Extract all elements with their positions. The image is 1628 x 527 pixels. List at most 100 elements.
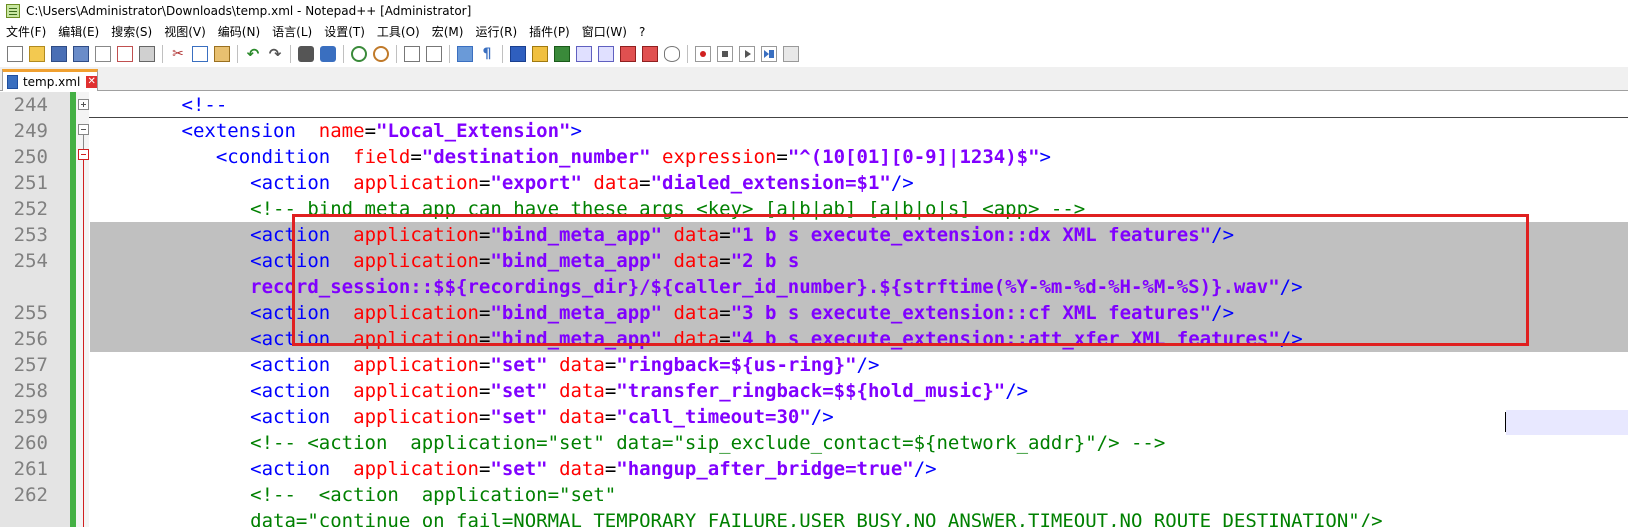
toolbar-separator (687, 45, 688, 63)
monitoring-icon[interactable] (664, 46, 680, 62)
fold-collapse-icon[interactable] (78, 149, 89, 160)
undo-icon[interactable]: ↶ (245, 46, 261, 62)
code-token: = (719, 328, 731, 350)
zoom-in-icon[interactable] (351, 46, 367, 62)
menu-item[interactable]: 编码(N) (212, 23, 266, 40)
word-wrap-icon[interactable] (457, 46, 473, 62)
tab-temp-xml[interactable]: temp.xml ✕ (2, 69, 98, 91)
menu-item[interactable]: 语言(L) (266, 23, 318, 40)
save-all-icon[interactable] (73, 46, 89, 62)
code-token: application (353, 172, 479, 194)
run-macro-multiple-icon[interactable] (761, 46, 777, 62)
redo-icon[interactable]: ↷ (267, 46, 283, 62)
code-token: application (353, 328, 479, 350)
folder-workspace-icon[interactable] (620, 46, 636, 62)
doc-list-icon[interactable] (598, 46, 614, 62)
code-line-selected[interactable]: <action application="bind_meta_app" data… (90, 222, 1628, 248)
line-number: 253 (13, 224, 48, 246)
code-line-selected[interactable]: record_session::$${recordings_dir}/${cal… (90, 274, 1628, 300)
code-line[interactable]: <action application="set" data="hangup_a… (90, 456, 1628, 482)
code-line[interactable]: <!-- (90, 92, 1628, 118)
save-macro-icon[interactable] (783, 46, 799, 62)
code-token: = (478, 224, 491, 246)
toolbar-separator (502, 45, 503, 63)
code-token: application (353, 458, 479, 480)
menu-item[interactable]: 宏(M) (426, 23, 470, 40)
code-token: = (604, 380, 617, 402)
menu-item[interactable]: 插件(P) (523, 23, 576, 40)
code-token: "call_timeout=30" (616, 406, 811, 428)
menu-item[interactable]: 视图(V) (158, 23, 212, 40)
menu-item[interactable]: 工具(O) (371, 23, 426, 40)
menu-item[interactable]: 搜索(S) (105, 23, 158, 40)
function-list-icon[interactable] (576, 46, 592, 62)
play-macro-icon[interactable] (739, 46, 755, 62)
code-line[interactable]: <action application="set" data="ringback… (90, 352, 1628, 378)
code-line[interactable]: <!-- <action application="set" data="sip… (90, 430, 1628, 456)
menu-item[interactable]: 运行(R) (469, 23, 523, 40)
code-line[interactable]: <action application="set" data="call_tim… (90, 404, 1628, 430)
code-line-selected[interactable]: <action application="bind_meta_app" data… (90, 326, 1628, 352)
fold-expand-icon[interactable] (78, 99, 89, 110)
code-line[interactable]: <!-- <action application="set" (90, 482, 1628, 508)
menu-item[interactable]: ? (633, 25, 651, 39)
code-line[interactable]: <action application="export" data="diale… (90, 170, 1628, 196)
record-macro-icon[interactable] (695, 46, 711, 62)
copy-icon[interactable] (192, 46, 208, 62)
sync-scroll-horizontal-icon[interactable] (426, 46, 442, 62)
code-line[interactable]: data="continue_on_fail=NORMAL_TEMPORARY_… (90, 508, 1628, 527)
menu-item[interactable]: 文件(F) (0, 23, 52, 40)
code-token: /> (1211, 302, 1235, 324)
code-token: <action (250, 380, 331, 402)
close-icon[interactable] (95, 46, 111, 62)
menu-item[interactable]: 窗口(W) (576, 23, 633, 40)
code-line[interactable]: <extension name="Local_Extension"> (90, 118, 1628, 144)
code-token: <!-- bind meta app can have these args <… (250, 198, 1086, 220)
show-all-chars-icon[interactable]: ¶ (479, 46, 495, 62)
tab-close-icon[interactable]: ✕ (86, 75, 97, 88)
function-icon[interactable] (642, 46, 658, 62)
line-number: 261 (13, 458, 48, 480)
editor-area[interactable]: 244 249 250 251 252 253 254 255 256 257 258 259 260 2… (0, 92, 1628, 527)
replace-icon[interactable] (320, 46, 336, 62)
code-line-selected[interactable]: <action application="bind_meta_app" data… (90, 300, 1628, 326)
code-token: > (570, 120, 582, 142)
cut-icon[interactable]: ✂ (170, 46, 186, 62)
code-token: = (776, 146, 788, 168)
stop-record-icon[interactable] (717, 46, 733, 62)
code-text[interactable]: <!-- <extension name="Local_Extension"> … (90, 92, 1628, 527)
code-token: "set" (490, 380, 548, 402)
close-all-icon[interactable] (117, 46, 133, 62)
code-line-selected[interactable]: <action application="bind_meta_app" data… (90, 248, 1628, 274)
sync-scroll-icon[interactable] (404, 46, 420, 62)
code-line[interactable]: <!-- bind meta app can have these args <… (90, 196, 1628, 222)
code-token: "1 b s execute_extension::dx XML feature… (730, 224, 1212, 246)
user-language-icon[interactable] (532, 46, 548, 62)
code-token: /> (1005, 380, 1029, 402)
print-icon[interactable] (139, 46, 155, 62)
code-token: application (353, 224, 479, 246)
menu-item[interactable]: 设置(T) (318, 23, 371, 40)
fold-collapse-icon[interactable] (78, 124, 89, 135)
code-line[interactable]: <condition field="destination_number" ex… (90, 144, 1628, 170)
code-line[interactable]: <action application="set" data="transfer… (90, 378, 1628, 404)
new-file-icon[interactable] (7, 46, 23, 62)
save-icon[interactable] (51, 46, 67, 62)
find-icon[interactable] (298, 46, 314, 62)
indent-guide-icon[interactable] (510, 46, 526, 62)
open-file-icon[interactable] (29, 46, 45, 62)
menu-item[interactable]: 编辑(E) (52, 23, 105, 40)
paste-icon[interactable] (214, 46, 230, 62)
zoom-out-icon[interactable] (373, 46, 389, 62)
code-token: /> (810, 406, 834, 428)
document-map-icon[interactable] (554, 46, 570, 62)
